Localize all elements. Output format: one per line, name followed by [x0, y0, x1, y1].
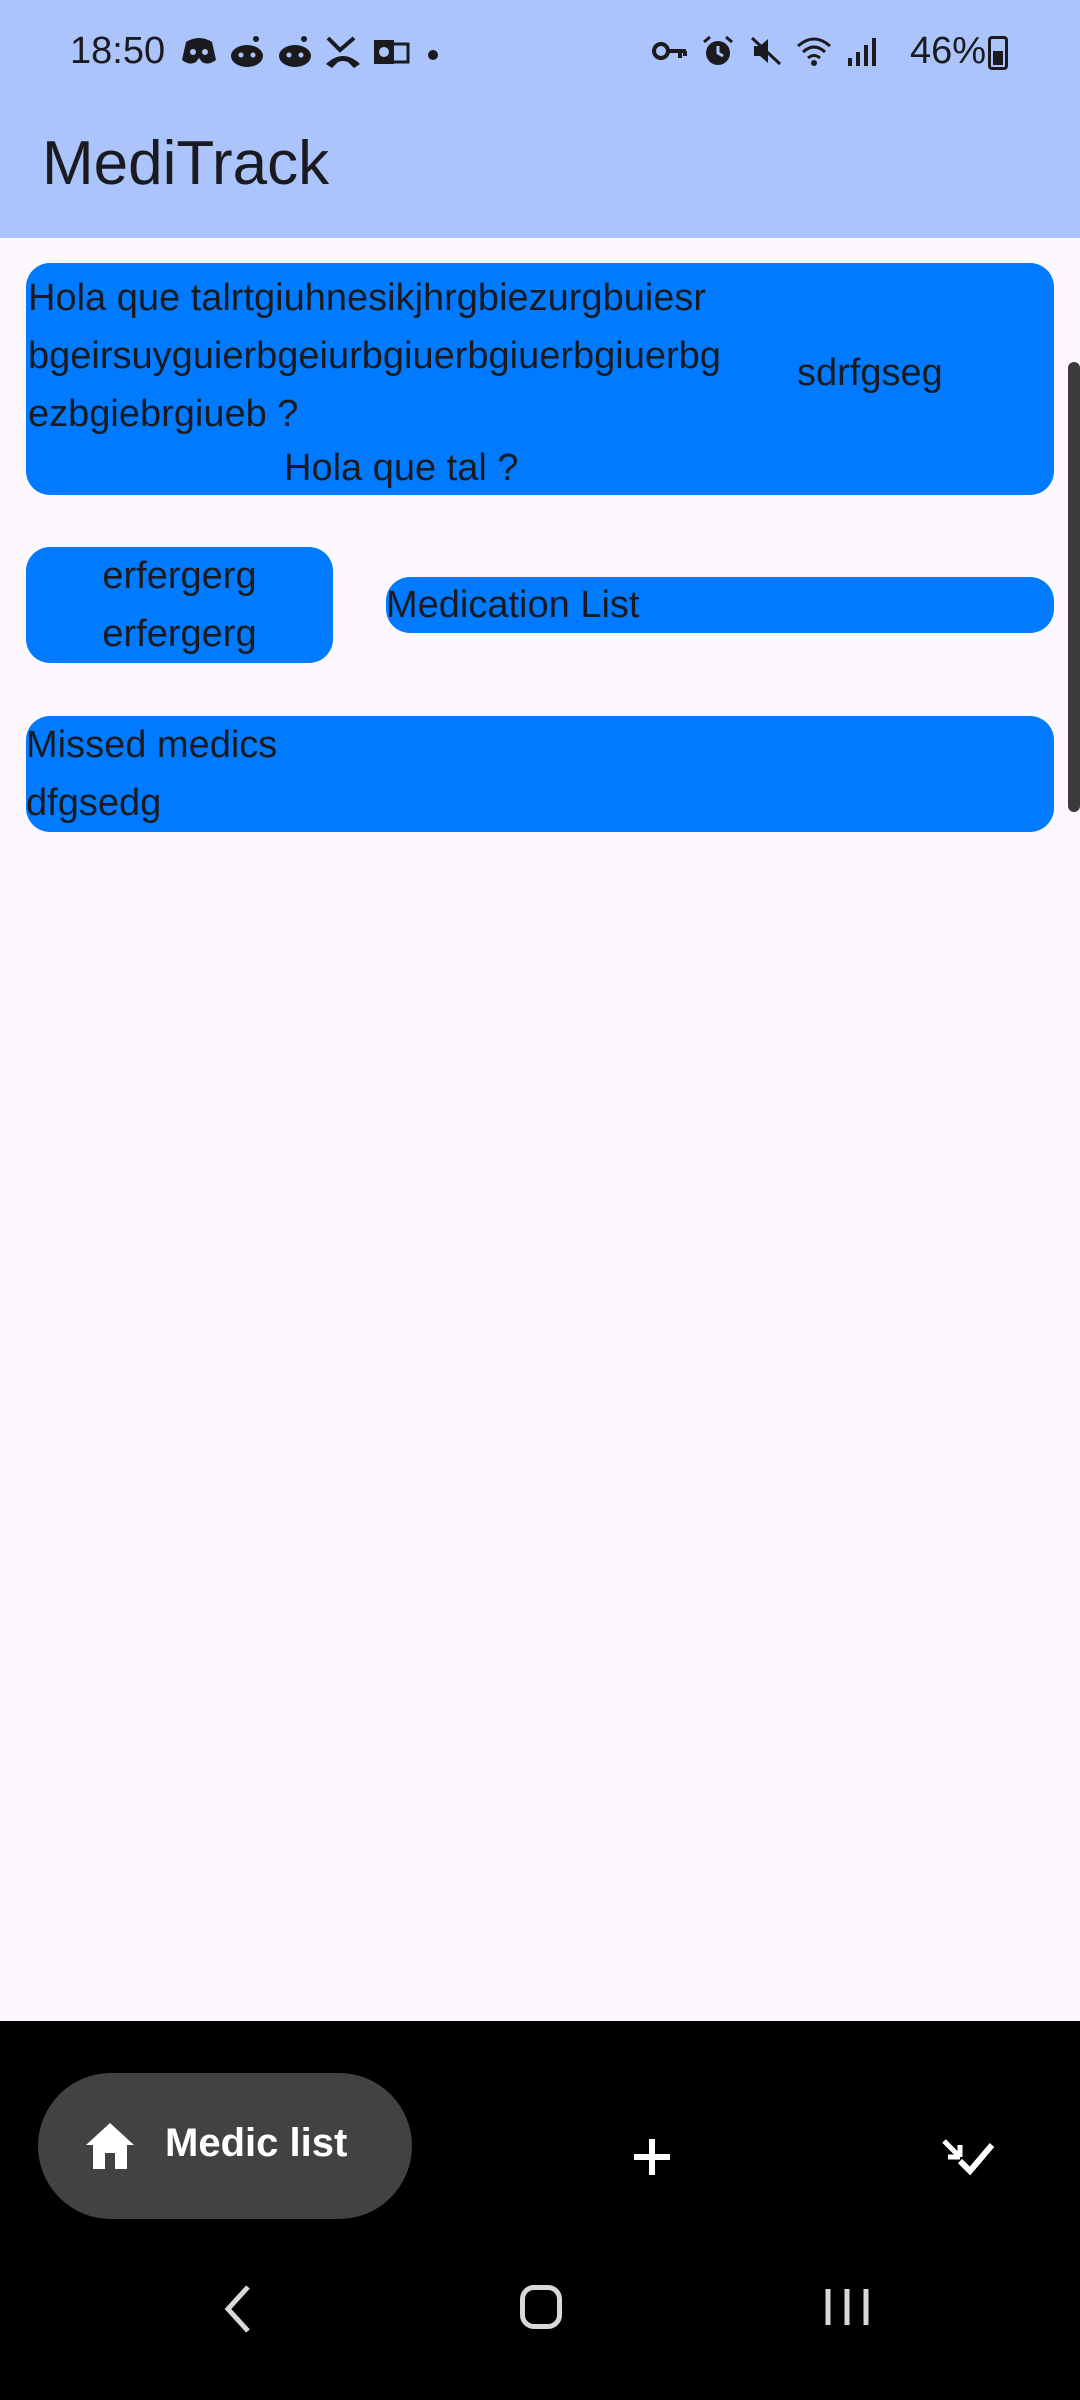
card-right-text: sdrfgseg	[797, 352, 943, 394]
scrollbar[interactable]	[1068, 362, 1080, 812]
small-card-line2: erfergerg	[102, 613, 257, 655]
missed-medics-title: Missed medics	[26, 724, 278, 766]
medication-list-label: Medication List	[386, 584, 640, 626]
recents-button[interactable]	[822, 2285, 872, 2329]
vpn-key-icon	[652, 34, 688, 68]
recents-icon	[825, 2289, 869, 2325]
missed-medics-detail: dfgsedg	[26, 782, 162, 824]
add-icon	[634, 2139, 670, 2175]
missed-medics-card[interactable]: Missed medics dfgsedg	[26, 716, 1054, 832]
battery-percent: 46%	[910, 30, 987, 72]
card-center-text: Hola que tal ?	[284, 447, 519, 489]
outlook-icon	[372, 34, 410, 68]
system-icons	[652, 34, 880, 68]
system-navigation-bar	[0, 2221, 1080, 2400]
status-time: 18:50	[70, 30, 166, 72]
reddit-icon	[228, 34, 266, 68]
back-icon	[224, 2285, 250, 2333]
battery-icon	[988, 36, 1008, 70]
nav-medic-list-label: Medic list	[165, 2121, 348, 2165]
home-button[interactable]	[520, 2285, 562, 2329]
card-left-text: Hola que talrtgiuhnesikjhrgbiezurgbuiesr…	[28, 277, 721, 435]
mute-icon	[748, 34, 784, 68]
nav-add-button[interactable]	[610, 2117, 694, 2197]
alarm-icon	[700, 34, 736, 68]
signal-icon	[844, 34, 880, 68]
reddit-icon	[276, 34, 314, 68]
notification-icons	[180, 34, 410, 68]
status-bar: 18:50 46%	[0, 0, 1080, 108]
small-card-line1: erfergerg	[102, 555, 257, 597]
medication-card[interactable]: Hola que talrtgiuhnesikjhrgbiezurgbuiesr…	[26, 263, 1054, 495]
app-bar: 18:50 46% MediTrack	[0, 0, 1080, 238]
nav-medic-list-button[interactable]: Medic list	[38, 2073, 412, 2219]
bottom-navigation: Medic list	[0, 2021, 1080, 2221]
more-notifications-dot	[428, 50, 438, 60]
discord-icon	[180, 34, 218, 68]
nav-checklist-button[interactable]	[926, 2117, 1012, 2197]
missed-call-icon	[324, 34, 362, 68]
small-card[interactable]: erfergerg erfergerg	[26, 547, 333, 663]
wifi-icon	[796, 34, 832, 68]
checklist-icon	[942, 2139, 995, 2176]
back-button[interactable]	[218, 2281, 258, 2337]
home-icon	[84, 2121, 136, 2171]
medication-list-card[interactable]: Medication List	[386, 577, 1054, 633]
app-title: MediTrack	[42, 129, 330, 198]
